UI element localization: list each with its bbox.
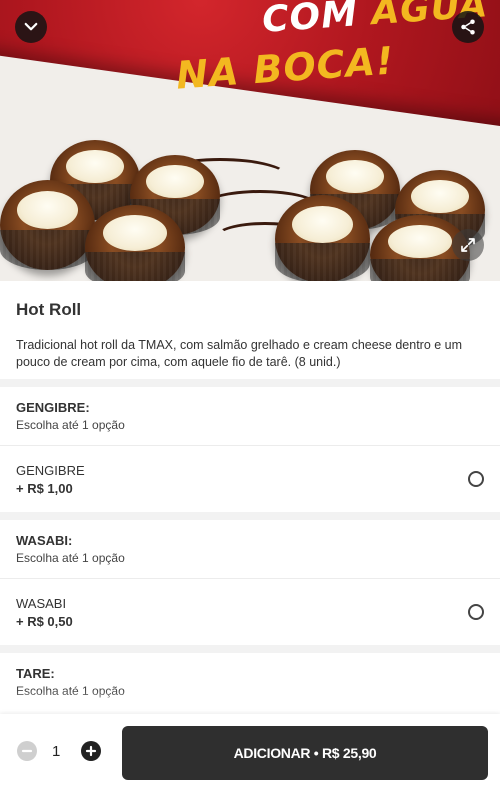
decrease-quantity-button[interactable] bbox=[17, 741, 37, 761]
expand-icon bbox=[461, 238, 475, 252]
section-divider bbox=[0, 645, 500, 653]
promo-text-line2: NA BOCA! bbox=[174, 38, 396, 98]
product-title: Hot Roll bbox=[16, 300, 82, 319]
add-to-cart-bar: 1 ADICIONAR • R$ 25,90 bbox=[0, 714, 500, 786]
option-price: + R$ 0,50 bbox=[16, 614, 73, 629]
collapse-button[interactable] bbox=[15, 11, 47, 43]
increase-quantity-button[interactable] bbox=[81, 741, 101, 761]
plus-icon bbox=[85, 745, 97, 757]
section-divider bbox=[0, 379, 500, 387]
group-title-gengibre: GENGIBRE: bbox=[16, 400, 90, 415]
chevron-down-icon bbox=[24, 22, 38, 31]
option-row-gengibre[interactable]: GENGIBRE + R$ 1,00 bbox=[0, 446, 500, 512]
group-subtitle-wasabi: Escolha até 1 opção bbox=[16, 551, 125, 565]
option-radio[interactable] bbox=[468, 604, 484, 620]
section-divider bbox=[0, 512, 500, 520]
sushi-roll bbox=[0, 180, 95, 270]
group-title-tare: TARE: bbox=[16, 666, 55, 681]
group-title-wasabi: WASABI: bbox=[16, 533, 73, 548]
sushi-roll bbox=[85, 205, 185, 281]
group-subtitle-gengibre: Escolha até 1 opção bbox=[16, 418, 125, 432]
option-radio[interactable] bbox=[468, 471, 484, 487]
option-row-wasabi[interactable]: WASABI + R$ 0,50 bbox=[0, 579, 500, 645]
sushi-roll bbox=[275, 195, 370, 281]
product-image: COM ÁGUA NA BOCA! bbox=[0, 0, 500, 281]
option-name: GENGIBRE bbox=[16, 463, 85, 478]
expand-image-button[interactable] bbox=[452, 229, 484, 261]
add-to-cart-button[interactable]: ADICIONAR • R$ 25,90 bbox=[122, 726, 488, 780]
scroll-fade bbox=[0, 690, 500, 716]
minus-icon bbox=[21, 749, 33, 753]
product-description: Tradicional hot roll da TMAX, com salmão… bbox=[16, 338, 463, 369]
option-name: WASABI bbox=[16, 596, 67, 611]
share-button[interactable] bbox=[452, 11, 484, 43]
quantity-value: 1 bbox=[52, 743, 61, 760]
share-icon bbox=[461, 19, 475, 35]
option-price: + R$ 1,00 bbox=[16, 481, 73, 496]
